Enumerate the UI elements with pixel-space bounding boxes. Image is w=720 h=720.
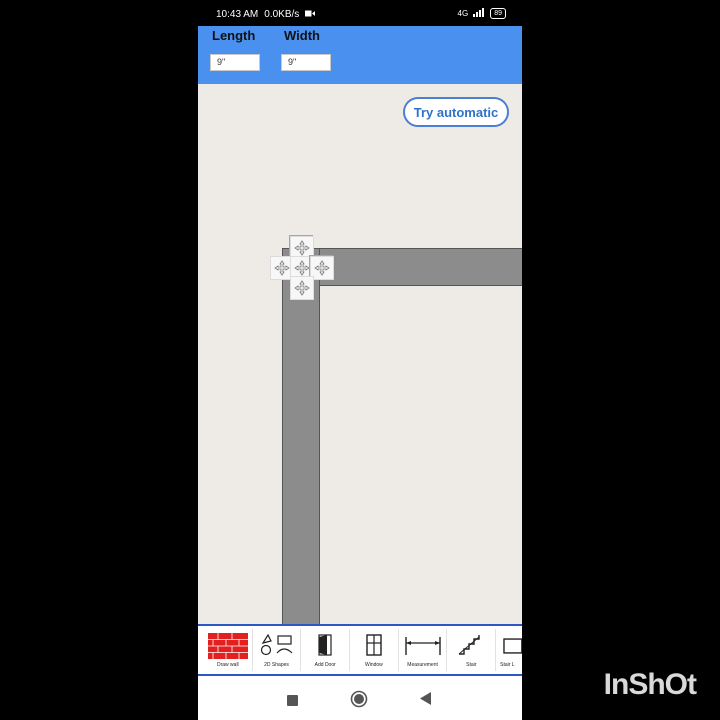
- move-arrows-icon: [294, 280, 310, 296]
- tool-label: Draw wall: [217, 662, 239, 668]
- tool-stair-l[interactable]: Stair L: [496, 629, 522, 671]
- status-bar: 10:43 AM 0.0KB/s 4G 89: [198, 0, 522, 26]
- move-arrows-icon: [274, 260, 290, 276]
- tool-label: Measurement: [407, 662, 438, 668]
- tool-stair[interactable]: Stair: [447, 629, 497, 671]
- move-arrows-icon: [294, 260, 310, 276]
- tool-2d-shapes[interactable]: 2D Shapes: [253, 629, 302, 671]
- network-type-icon: 4G: [457, 9, 469, 18]
- back-button[interactable]: [420, 692, 431, 710]
- tool-label: Stair: [466, 662, 477, 668]
- wall-corner-handles[interactable]: [270, 236, 334, 300]
- try-automatic-button[interactable]: Try automatic: [403, 97, 509, 127]
- system-nav-bar: [198, 676, 522, 720]
- stair-l-icon: [496, 633, 522, 657]
- tool-label: Add Door: [314, 662, 336, 668]
- circle-icon: [350, 690, 368, 708]
- move-handle-bottom[interactable]: [290, 276, 314, 300]
- drawing-canvas[interactable]: Try automatic: [198, 84, 522, 628]
- wall-vertical[interactable]: [282, 248, 320, 628]
- window-icon: [350, 633, 398, 657]
- tool-bar: Draw wall 2D Shapes Add Door Window Meas…: [198, 624, 522, 676]
- battery-icon: 89: [490, 8, 506, 19]
- video-camera-icon: [305, 9, 316, 20]
- recents-button[interactable]: [287, 693, 298, 711]
- ruler-icon: [399, 633, 447, 657]
- tool-label: Stair L: [500, 662, 515, 668]
- tool-measurement[interactable]: Measurement: [399, 629, 448, 671]
- move-arrows-icon: [294, 240, 310, 256]
- width-label: Width: [284, 28, 320, 43]
- status-time: 10:43 AM: [216, 9, 259, 20]
- phone-screen: 10:43 AM 0.0KB/s 4G 89 Length Width 9" 9…: [198, 0, 522, 720]
- width-input[interactable]: 9": [281, 54, 331, 71]
- home-button[interactable]: [350, 690, 368, 713]
- length-input[interactable]: 9": [210, 54, 260, 71]
- door-icon: [301, 633, 349, 657]
- tool-draw-wall[interactable]: Draw wall: [204, 629, 253, 671]
- stairs-icon: [447, 633, 495, 657]
- length-label: Length: [212, 28, 256, 43]
- square-icon: [287, 695, 298, 706]
- dimension-header: Length Width 9" 9": [198, 26, 522, 84]
- status-speed: 0.0KB/s: [264, 9, 300, 20]
- brick-wall-icon: [204, 633, 252, 659]
- tool-label: Window: [365, 662, 383, 668]
- signal-icon: [473, 8, 485, 19]
- back-triangle-icon: [420, 692, 431, 705]
- shapes-icon: [253, 633, 301, 657]
- tool-add-door[interactable]: Add Door: [301, 629, 351, 671]
- inshot-watermark: InShOt: [603, 668, 697, 701]
- tool-window[interactable]: Window: [350, 629, 399, 671]
- tool-label: 2D Shapes: [264, 662, 289, 668]
- move-arrows-icon: [314, 260, 330, 276]
